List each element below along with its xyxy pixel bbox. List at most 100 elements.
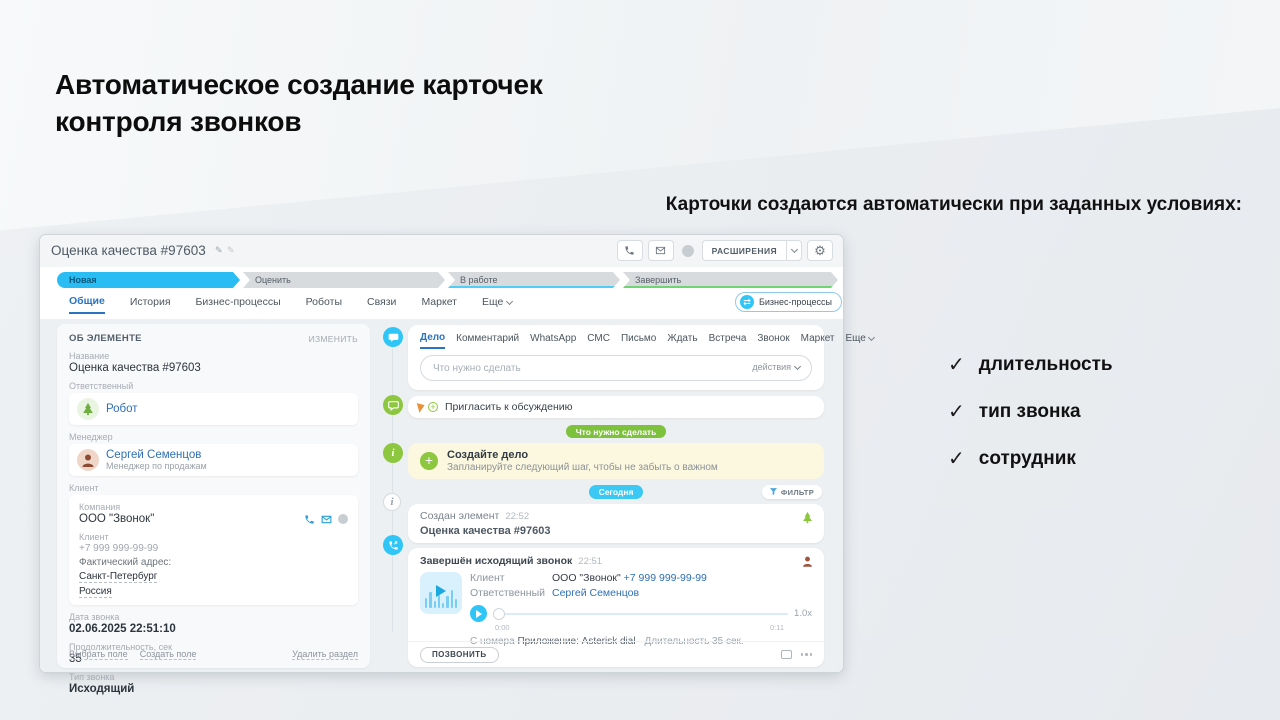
tab-more-label: Еще xyxy=(482,296,503,308)
settings-button[interactable]: ⚙ xyxy=(807,240,833,261)
checklist-item-label: длительность xyxy=(979,354,1113,376)
field-label-manager: Менеджер xyxy=(69,432,358,442)
company-name[interactable]: ООО "Звонок" xyxy=(79,513,154,525)
checklist-item: ✓ длительность xyxy=(948,352,1113,377)
invite-row[interactable]: + Пригласить к обсуждению xyxy=(408,396,824,418)
about-panel: ОБ ЭЛЕМЕНТЕ ИЗМЕНИТЬ Название Оценка кач… xyxy=(57,324,370,668)
stage-inwork[interactable]: В работе xyxy=(448,272,620,288)
client-card: Компания ООО "Звонок" Клиент +7 999 999-… xyxy=(69,495,358,605)
tl-tab-whatsapp[interactable]: WhatsApp xyxy=(530,333,576,348)
tab-links[interactable]: Связи xyxy=(367,296,396,313)
business-process-button[interactable]: ⇄ Бизнес-процессы xyxy=(735,292,842,312)
chat-green-icon xyxy=(383,395,403,415)
slide-title: Автоматическое создание карточекконтроля… xyxy=(55,66,543,140)
field-value-call-type: Исходящий xyxy=(69,683,358,695)
client-phone: +7 999 999-99-99 xyxy=(79,543,348,554)
checklist-item-label: тип звонка xyxy=(979,401,1081,423)
slide-subtitle: Карточки создаются автоматически при зад… xyxy=(666,194,1242,216)
field-value-call-date: 02.06.2025 22:51:10 xyxy=(69,623,358,635)
messenger-dot-icon xyxy=(338,514,348,524)
footer-icons xyxy=(781,650,813,659)
slide-title-line2: контроля звонков xyxy=(55,106,301,137)
address-country[interactable]: Россия xyxy=(79,586,112,598)
tl-tab-call[interactable]: Звонок xyxy=(757,333,789,348)
tl-tab-sms[interactable]: СМС xyxy=(587,333,610,348)
tab-more[interactable]: Еще xyxy=(482,296,512,313)
info-gray-icon: i xyxy=(383,493,401,511)
date-badge-row: Сегодня ФИЛЬТР xyxy=(408,485,824,499)
tl-tab-letter[interactable]: Письмо xyxy=(621,333,656,348)
call-toolbar-button[interactable] xyxy=(617,240,643,261)
add-todo-button[interactable]: + xyxy=(420,452,438,470)
stage-new[interactable]: Новая xyxy=(57,272,240,288)
record-title: Оценка качества #97603 xyxy=(51,243,206,258)
manager-link[interactable]: Сергей Семенцов xyxy=(106,449,201,461)
timeline-entry-created[interactable]: Создан элемент 22:52 Оценка качества #97… xyxy=(408,504,824,543)
tab-history[interactable]: История xyxy=(130,296,171,313)
entry-header: Завершён исходящий звонок 22:51 xyxy=(420,555,812,567)
actions-dropdown[interactable]: действия xyxy=(752,362,800,372)
more-icon[interactable] xyxy=(801,653,813,656)
email-toolbar-button[interactable] xyxy=(648,240,674,261)
phone-icon[interactable] xyxy=(304,514,315,525)
responsible-link[interactable]: Сергей Семенцов xyxy=(552,587,639,599)
stage-rate[interactable]: Оценить xyxy=(243,272,445,288)
company-row: ООО "Звонок" xyxy=(79,513,348,525)
chat-blue-icon xyxy=(383,327,403,347)
crm-tab-bar: Общие История Бизнес-процессы Роботы Свя… xyxy=(69,295,512,314)
client-company: ООО "Звонок" xyxy=(552,572,621,584)
responsible-link[interactable]: Робот xyxy=(106,403,138,415)
audio-player: 1.0x xyxy=(470,605,812,622)
chevron-down-icon xyxy=(790,246,797,253)
tl-tab-meeting[interactable]: Встреча xyxy=(709,333,747,348)
tab-general[interactable]: Общие xyxy=(69,295,105,314)
crm-window: Оценка качества #97603 ✎ ✎ РАСШИРЕНИЯ ⚙ … xyxy=(40,235,843,672)
delete-section-link[interactable]: Удалить раздел xyxy=(292,649,358,660)
checklist-item: ✓ тип звонка xyxy=(948,399,1113,424)
tl-tab-market[interactable]: Маркет xyxy=(801,333,835,348)
plus-icon: + xyxy=(428,402,438,412)
extensions-caret-button[interactable] xyxy=(786,240,802,261)
info-glyph: i xyxy=(390,496,393,508)
date-badge[interactable]: Сегодня xyxy=(589,485,644,499)
tab-market[interactable]: Маркет xyxy=(421,296,457,313)
create-field-link[interactable]: Создать поле xyxy=(140,649,197,660)
responsible-label: Ответственный xyxy=(470,587,552,599)
call-back-button[interactable]: ПОЗВОНИТЬ xyxy=(420,647,499,663)
comment-icon[interactable] xyxy=(781,650,792,659)
envelope-icon[interactable] xyxy=(321,514,332,525)
info-glyph: i xyxy=(391,447,394,459)
filter-button[interactable]: ФИЛЬТР xyxy=(762,485,822,499)
edit-link-icon[interactable]: ✎ xyxy=(227,245,235,256)
responsible-card[interactable]: Робот xyxy=(69,393,358,425)
client-phone-link[interactable]: +7 999 999-99-99 xyxy=(624,572,707,584)
seek-track[interactable] xyxy=(493,608,788,620)
todo-subtitle: Запланируйте следующий шаг, чтобы не заб… xyxy=(447,462,718,473)
edit-title-icon[interactable]: ✎ xyxy=(215,245,223,256)
todo-title: Создайте дело xyxy=(447,449,718,461)
playback-speed[interactable]: 1.0x xyxy=(794,608,812,619)
seek-handle[interactable] xyxy=(493,608,505,620)
stage-finish[interactable]: Завершить xyxy=(623,272,838,288)
actions-label: действия xyxy=(752,362,791,372)
call-details: Клиент ООО "Звонок" +7 999 999-99-99 Отв… xyxy=(470,572,812,647)
robot-avatar xyxy=(77,398,99,420)
tl-tab-deal[interactable]: Дело xyxy=(420,332,445,349)
audio-thumbnail[interactable] xyxy=(420,572,462,614)
field-label-name: Название xyxy=(69,351,358,361)
edit-button[interactable]: ИЗМЕНИТЬ xyxy=(309,334,358,344)
choose-field-link[interactable]: Выбрать поле xyxy=(69,649,128,660)
play-button[interactable] xyxy=(470,605,487,622)
tab-business-processes[interactable]: Бизнес-процессы xyxy=(196,296,281,313)
envelope-icon xyxy=(655,245,666,256)
manager-card[interactable]: Сергей Семенцов Менеджер по продажам xyxy=(69,444,358,476)
tl-tab-more[interactable]: Еще xyxy=(846,333,874,348)
tl-tab-comment[interactable]: Комментарий xyxy=(456,333,519,348)
todo-card: + Создайте дело Запланируйте следующий ш… xyxy=(408,443,824,479)
tl-tab-wait[interactable]: Ждать xyxy=(667,333,697,348)
about-title: ОБ ЭЛЕМЕНТЕ xyxy=(69,333,142,344)
extensions-button[interactable]: РАСШИРЕНИЯ xyxy=(702,240,786,261)
address-city[interactable]: Санкт-Петербург xyxy=(79,571,157,583)
tl-tab-more-label: Еще xyxy=(846,333,866,344)
tab-robots[interactable]: Роботы xyxy=(306,296,342,313)
